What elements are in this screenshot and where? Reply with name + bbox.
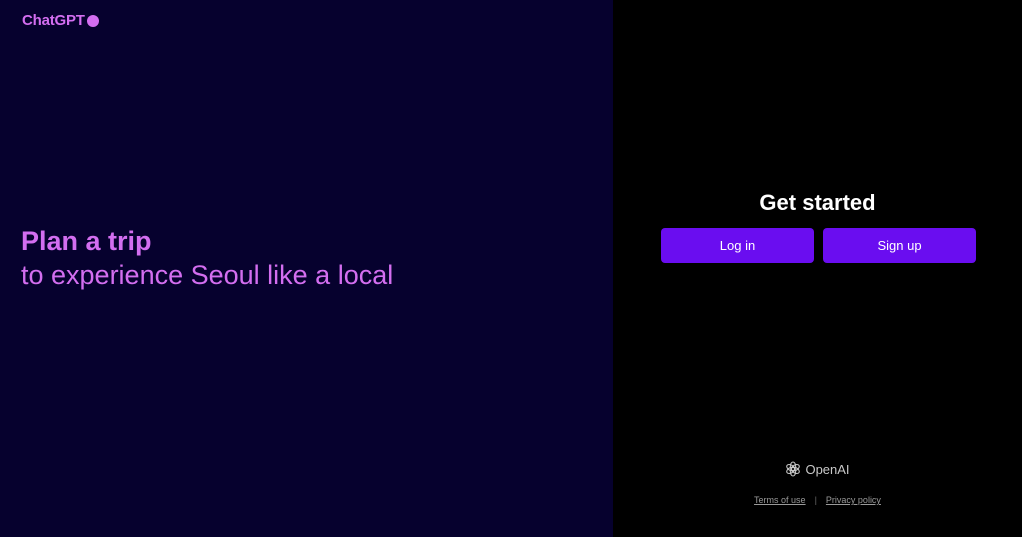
logo-text: ChatGPT: [22, 12, 85, 29]
signup-button[interactable]: Sign up: [823, 228, 976, 263]
headline-regular: to experience Seoul like a local: [21, 260, 394, 290]
login-button[interactable]: Log in: [661, 228, 814, 263]
terms-link[interactable]: Terms of use: [754, 495, 806, 505]
logo-dot-icon: [86, 14, 99, 27]
openai-text: OpenAI: [805, 461, 850, 477]
hero-headline: Plan a trip to experience Seoul like a l…: [21, 224, 393, 292]
chatgpt-logo: ChatGPT: [22, 12, 99, 29]
footer-separator: |: [814, 495, 817, 505]
hero-panel: ChatGPT Plan a trip to experience Seoul …: [0, 0, 613, 537]
auth-panel: Get started Log in Sign up OpenAI Terms …: [613, 0, 1022, 537]
openai-brand: OpenAI: [613, 461, 1022, 477]
privacy-link[interactable]: Privacy policy: [826, 495, 881, 505]
auth-buttons: Log in Sign up: [661, 228, 976, 263]
openai-logo-icon: [786, 461, 801, 477]
footer-links: Terms of use | Privacy policy: [613, 495, 1022, 505]
headline-bold: Plan a trip: [21, 226, 152, 256]
get-started-title: Get started: [759, 190, 876, 215]
page: ChatGPT Plan a trip to experience Seoul …: [0, 0, 1024, 539]
